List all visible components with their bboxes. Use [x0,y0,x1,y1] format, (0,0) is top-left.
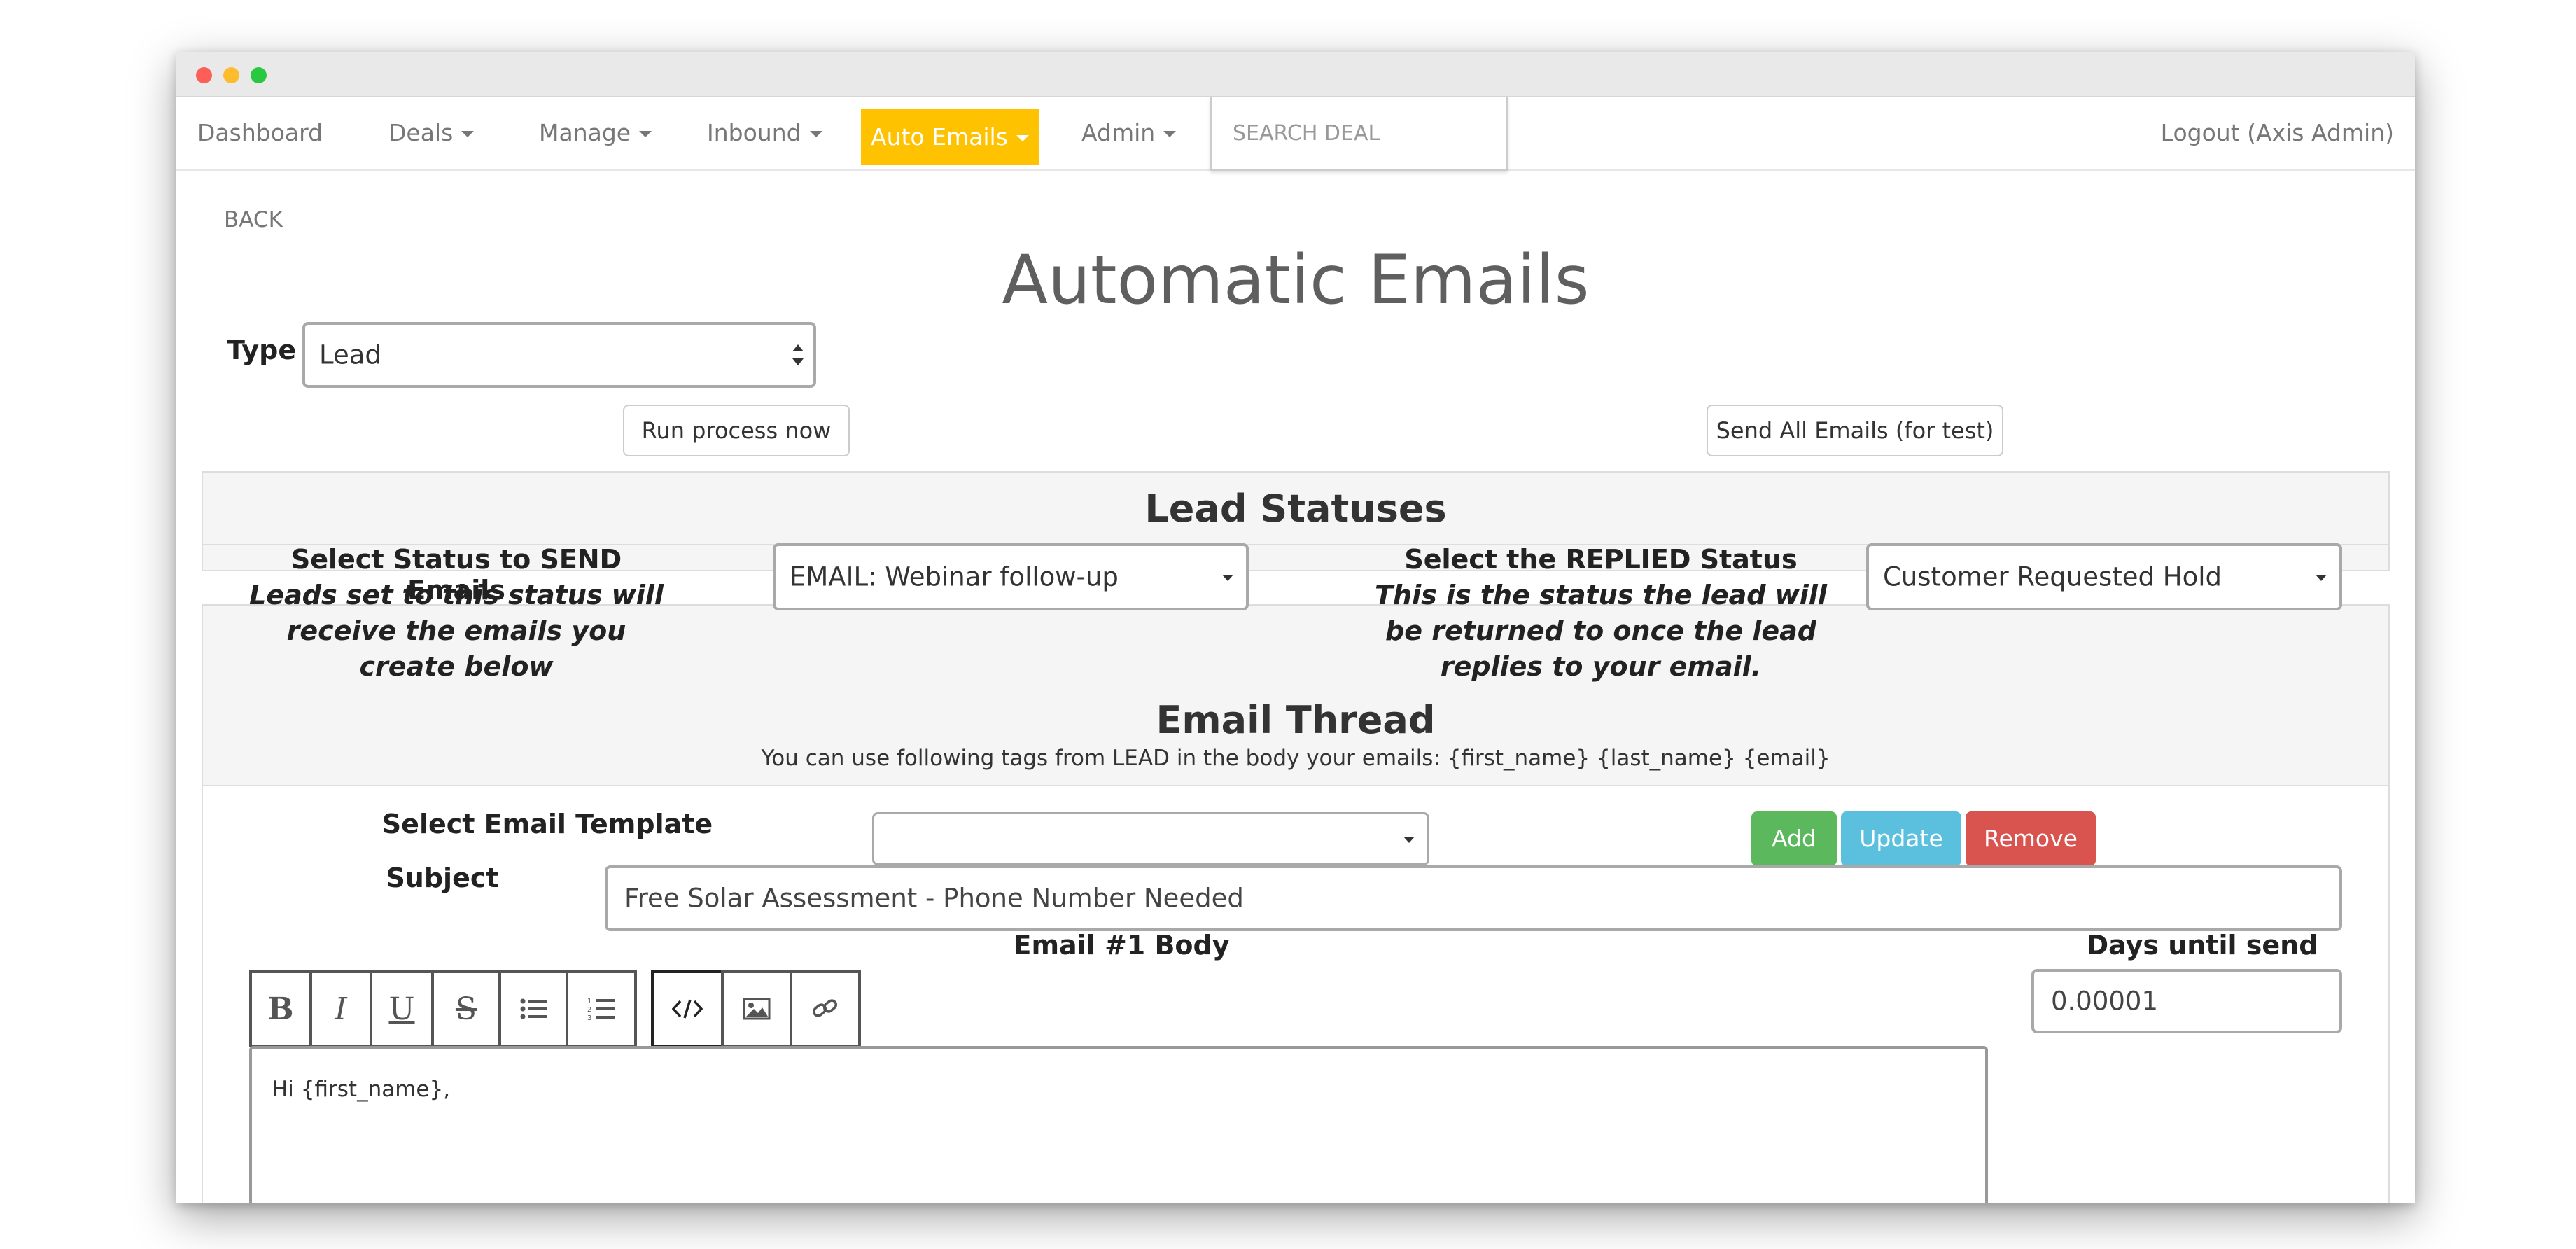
nav-dashboard[interactable]: Dashboard [197,97,323,169]
replied-status-note-overlay: This is the status the lead will be retu… [1375,580,1827,682]
nav-manage[interactable]: Manage [539,97,652,169]
nav-deals[interactable]: Deals [388,97,475,169]
lead-statuses-heading: Lead Statuses [1144,487,1447,531]
update-button[interactable]: Update [1841,811,1961,866]
underline-icon[interactable]: U [370,970,434,1047]
nav-manage-label: Manage [539,119,631,146]
svg-text:2: 2 [587,1006,592,1014]
logout-link[interactable]: Logout (Axis Admin) [2161,97,2394,169]
send-status-select-value: EMAIL: Webinar follow-up [790,561,1119,592]
nav-admin-label: Admin [1082,119,1156,146]
email-thread-heading: Email Thread [1156,698,1436,742]
email-template-label: Select Email Template [382,809,713,839]
chevron-down-icon [461,131,475,137]
email-body-label: Email #1 Body [1013,930,1230,961]
replied-status-select-value: Customer Requested Hold [1883,561,2222,592]
subject-input[interactable]: Free Solar Assessment - Phone Number Nee… [605,865,2342,931]
nav-inbound-label: Inbound [707,119,802,146]
minimize-window-icon[interactable] [223,67,239,83]
select-updown-icon [792,344,804,365]
nav-admin[interactable]: Admin [1082,97,1177,169]
tags-note: You can use following tags from LEAD in … [761,746,1830,771]
svg-text:1: 1 [587,998,592,1005]
nav-inbound[interactable]: Inbound [707,97,822,169]
italic-icon[interactable]: I [309,970,372,1047]
subject-label: Subject [386,863,499,893]
strikethrough-icon[interactable]: S [431,970,501,1047]
days-until-send-input[interactable]: 0.00001 [2031,969,2342,1033]
image-icon[interactable] [721,970,792,1047]
days-until-send-label: Days until send [2086,930,2318,961]
maximize-window-icon[interactable] [251,67,267,83]
window-titlebar [176,52,2415,97]
type-label: Type [227,335,297,365]
top-navbar: Dashboard Deals Manage Inbound Auto Emai… [176,97,2415,171]
search-deal-input[interactable] [1210,97,1508,171]
send-status-select-overlay[interactable]: EMAIL: Webinar follow-up [773,543,1249,610]
chevron-down-icon [809,131,822,137]
chevron-down-icon [1016,135,1029,141]
email-template-select[interactable] [872,812,1429,865]
send-all-emails-button[interactable]: Send All Emails (for test) [1707,405,2003,456]
chevron-down-icon [1163,131,1177,137]
replied-status-select-overlay[interactable]: Customer Requested Hold [1866,543,2342,610]
link-icon[interactable] [790,970,861,1047]
send-status-note-overlay: Leads set to this status will receive th… [249,580,664,682]
add-button[interactable]: Add [1751,811,1837,866]
run-process-button[interactable]: Run process now [623,405,850,456]
type-select[interactable]: Lead [302,322,816,388]
browser-window: Dashboard Deals Manage Inbound Auto Emai… [176,52,2415,1203]
chevron-down-icon [2316,575,2327,581]
email-body-editor[interactable]: Hi {first_name}, [249,1046,1988,1203]
replied-status-label-overlay: Select the REPLIED Status [1404,544,1798,575]
nav-auto-emails-label: Auto Emails [871,123,1008,151]
type-select-value: Lead [319,340,382,370]
chevron-down-icon [639,131,652,137]
code-view-icon[interactable] [651,970,724,1047]
close-window-icon[interactable] [196,67,212,83]
svg-text:3: 3 [587,1014,592,1021]
bullet-list-icon[interactable] [498,970,568,1047]
nav-deals-label: Deals [388,119,454,146]
chevron-down-icon [1222,575,1233,581]
page-title: Automatic Emails [1002,241,1590,319]
nav-dashboard-label: Dashboard [197,119,323,146]
logout-label: Logout (Axis Admin) [2160,119,2394,146]
bold-icon[interactable]: B [249,970,312,1047]
numbered-list-icon[interactable]: 123 [566,970,637,1047]
days-until-send-value: 0.00001 [2051,986,2159,1017]
nav-auto-emails[interactable]: Auto Emails [861,109,1039,165]
remove-button[interactable]: Remove [1966,811,2096,866]
subject-input-value: Free Solar Assessment - Phone Number Nee… [624,883,1244,914]
chevron-down-icon [1404,837,1415,843]
email-body-text[interactable]: Hi {first_name}, [272,1077,450,1102]
back-link[interactable]: BACK [224,207,283,232]
